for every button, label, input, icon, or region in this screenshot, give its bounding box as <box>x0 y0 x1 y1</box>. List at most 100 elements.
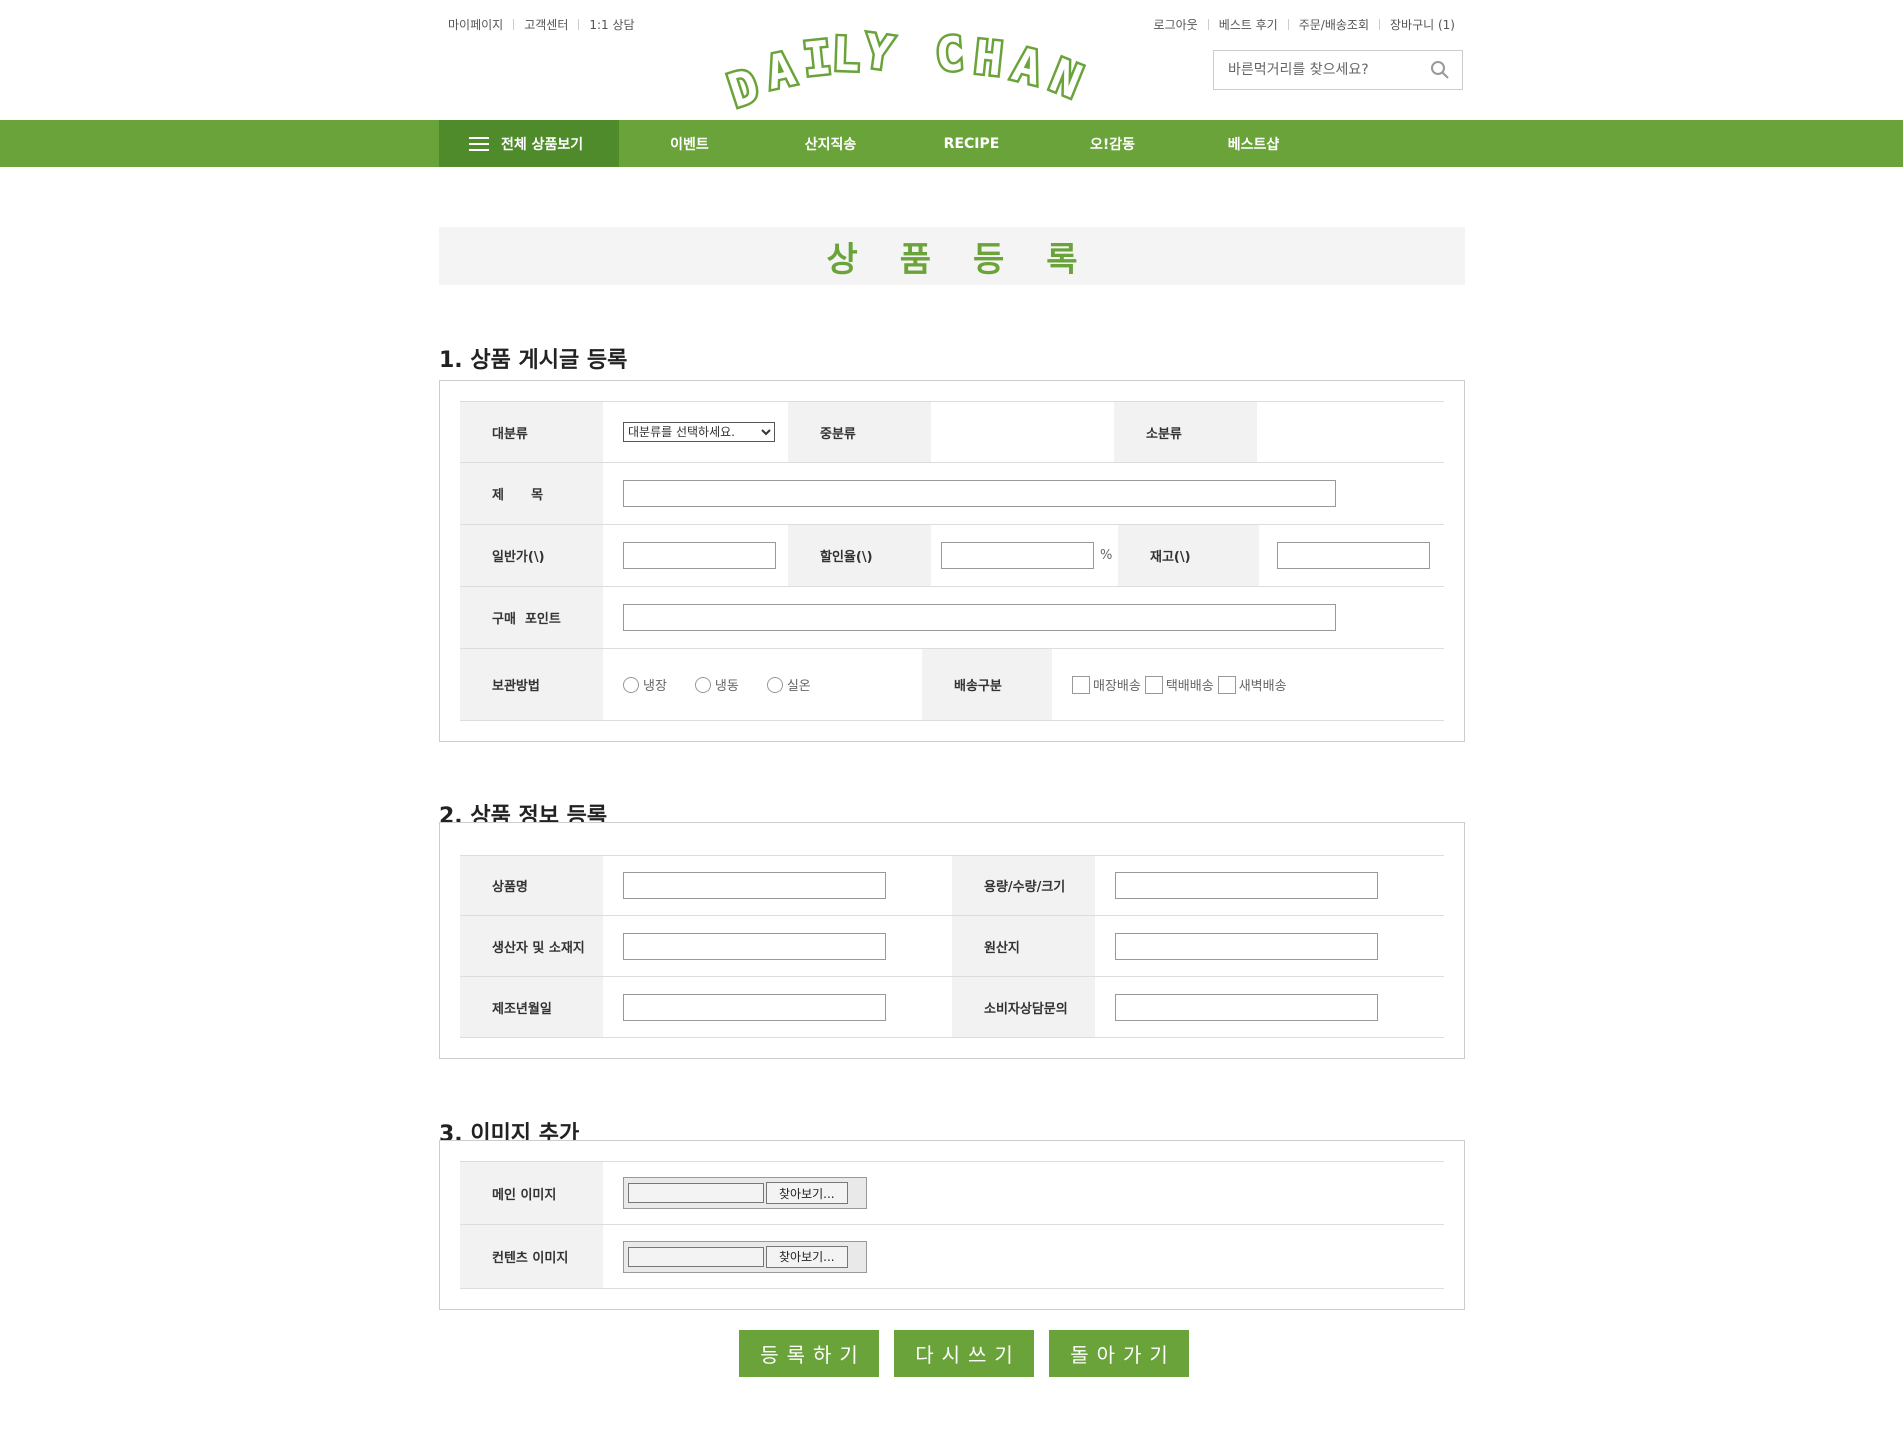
discount-input[interactable] <box>941 542 1094 569</box>
option-label: 택배배송 <box>1165 679 1214 694</box>
made-date-input[interactable] <box>623 993 886 1021</box>
price-row: 일반가(\) 할인율(\) % 재고(\) <box>460 525 1444 587</box>
point-input[interactable] <box>623 604 1336 631</box>
order-tracking-link[interactable]: 주문/배송조회 <box>1289 16 1379 33</box>
storage-option-room[interactable]: 실온 <box>766 675 811 694</box>
checkbox[interactable] <box>1217 675 1236 694</box>
delivery-option-parcel[interactable]: 택배배송 <box>1144 675 1214 694</box>
producer-input[interactable] <box>623 932 886 960</box>
info-row-1: 상품명 용량/수량/크기 <box>460 855 1444 916</box>
nav-event[interactable]: 이벤트 <box>619 120 760 167</box>
subject-label: 제 목 <box>460 463 603 524</box>
main-image-label: 메인 이미지 <box>460 1162 603 1224</box>
reset-label: 다시쓰기 <box>915 1343 1021 1367</box>
file-path-field[interactable] <box>628 1183 764 1203</box>
delivery-option-dawn[interactable]: 새벽배송 <box>1217 675 1287 694</box>
section2-panel: 상품명 용량/수량/크기 생산자 및 소재지 원산지 제조년월일 소비자상담문의 <box>439 822 1465 1059</box>
storage-row: 보관방법 냉장 냉동 실온 배송구분 매장배송 택배배송 새벽배송 <box>460 649 1444 721</box>
option-label: 실온 <box>786 679 811 694</box>
logo-letter: A <box>1007 37 1047 96</box>
nav-recipe[interactable]: RECIPE <box>901 120 1042 167</box>
search-box <box>1213 50 1463 90</box>
page-title-box: 상품등록 <box>439 227 1465 285</box>
search-icon[interactable] <box>1430 60 1450 80</box>
percent-sign: % <box>1100 548 1113 563</box>
subject-input[interactable] <box>623 480 1336 507</box>
subject-row: 제 목 <box>460 463 1444 525</box>
mypage-link[interactable]: 마이페이지 <box>448 16 513 33</box>
nav-direct[interactable]: 산지직송 <box>760 120 901 167</box>
site-logo[interactable]: D A I L Y C H A N <box>724 20 1104 110</box>
section1-title: 1. 상품 게시글 등록 <box>439 348 628 373</box>
back-label: 돌아가기 <box>1070 1343 1176 1367</box>
category-row: 대분류 대분류를 선택하세요. 중분류 소분류 <box>460 401 1444 463</box>
form-actions: 등록하기 다시쓰기 돌아가기 <box>739 1330 1204 1377</box>
storage-label: 보관방법 <box>460 649 603 720</box>
radio-button[interactable] <box>694 676 711 693</box>
all-products-button[interactable]: 전체 상품보기 <box>439 120 619 167</box>
submit-label: 등록하기 <box>760 1343 866 1367</box>
main-image-file-input[interactable]: 찾아보기... <box>623 1177 867 1209</box>
consumer-inquiry-label: 소비자상담문의 <box>952 977 1095 1037</box>
reset-button[interactable]: 다시쓰기 <box>894 1330 1034 1377</box>
made-date-label: 제조년월일 <box>460 977 603 1037</box>
category-mid-label: 중분류 <box>788 402 931 462</box>
origin-input[interactable] <box>1115 932 1378 960</box>
radio-button[interactable] <box>623 676 639 693</box>
logo-letter: L <box>831 27 861 82</box>
point-label: 구매 포인트 <box>460 587 603 648</box>
logout-link[interactable]: 로그아웃 <box>1144 16 1208 33</box>
capacity-input[interactable] <box>1115 872 1378 899</box>
main-image-row: 메인 이미지 찾아보기... <box>460 1161 1444 1225</box>
section1-panel: 대분류 대분류를 선택하세요. 중분류 소분류 제 목 일반가(\) 할인율(\… <box>439 380 1465 742</box>
option-label: 냉장 <box>643 679 667 694</box>
category-small-label: 소분류 <box>1114 402 1257 462</box>
checkbox[interactable] <box>1144 675 1163 694</box>
storage-option-fridge[interactable]: 냉장 <box>623 675 667 694</box>
storage-option-frozen[interactable]: 냉동 <box>694 675 739 694</box>
logo-letter: C <box>934 26 965 82</box>
stock-label: 재고(\) <box>1118 525 1259 586</box>
search-input[interactable] <box>1228 62 1430 78</box>
best-review-link[interactable]: 베스트 후기 <box>1209 16 1288 33</box>
content-image-file-input[interactable]: 찾아보기... <box>623 1240 867 1273</box>
browse-button[interactable]: 찾아보기... <box>766 1182 848 1204</box>
discount-label: 할인율(\) <box>788 525 931 586</box>
file-path-field[interactable] <box>628 1246 764 1267</box>
logo-letter: D <box>724 58 765 110</box>
product-name-label: 상품명 <box>460 856 603 915</box>
cart-link[interactable]: 장바구니 (1) <box>1380 16 1455 33</box>
origin-label: 원산지 <box>952 916 1095 976</box>
logo-letter: I <box>801 30 834 87</box>
content-image-label: 컨텐츠 이미지 <box>460 1225 603 1288</box>
util-links-left: 마이페이지 고객센터 1:1 상담 <box>448 16 645 33</box>
capacity-label: 용량/수량/크기 <box>952 856 1095 915</box>
content-image-row: 컨텐츠 이미지 찾아보기... <box>460 1225 1444 1289</box>
consumer-inquiry-input[interactable] <box>1115 993 1378 1021</box>
producer-label: 생산자 및 소재지 <box>460 916 603 976</box>
category-large-select[interactable]: 대분류를 선택하세요. <box>623 422 775 442</box>
delivery-label: 배송구분 <box>922 649 1052 720</box>
delivery-option-store[interactable]: 매장배송 <box>1072 675 1141 694</box>
radio-button[interactable] <box>766 676 783 693</box>
browse-button[interactable]: 찾아보기... <box>766 1245 848 1268</box>
product-name-input[interactable] <box>623 872 886 899</box>
category-large-label: 대분류 <box>460 402 603 462</box>
price-label: 일반가(\) <box>460 525 603 586</box>
page-title: 상품등록 <box>826 239 1120 280</box>
price-input[interactable] <box>623 542 776 569</box>
point-row: 구매 포인트 <box>460 587 1444 649</box>
option-label: 냉동 <box>714 679 739 694</box>
submit-button[interactable]: 등록하기 <box>739 1330 879 1377</box>
nav-impression[interactable]: 오!감동 <box>1042 120 1183 167</box>
nav-best-shop[interactable]: 베스트샵 <box>1183 120 1324 167</box>
checkbox[interactable] <box>1072 675 1090 694</box>
back-button[interactable]: 돌아가기 <box>1049 1330 1189 1377</box>
util-links-right: 로그아웃 베스트 후기 주문/배송조회 장바구니 (1) <box>1144 16 1455 33</box>
consult-link[interactable]: 1:1 상담 <box>579 16 644 33</box>
stock-input[interactable] <box>1277 542 1430 569</box>
option-label: 새벽배송 <box>1238 679 1287 694</box>
global-nav: 전체 상품보기 이벤트 산지직송 RECIPE 오!감동 베스트샵 <box>0 120 1903 167</box>
logo-letter: Y <box>861 23 896 80</box>
customer-center-link[interactable]: 고객센터 <box>514 16 578 33</box>
